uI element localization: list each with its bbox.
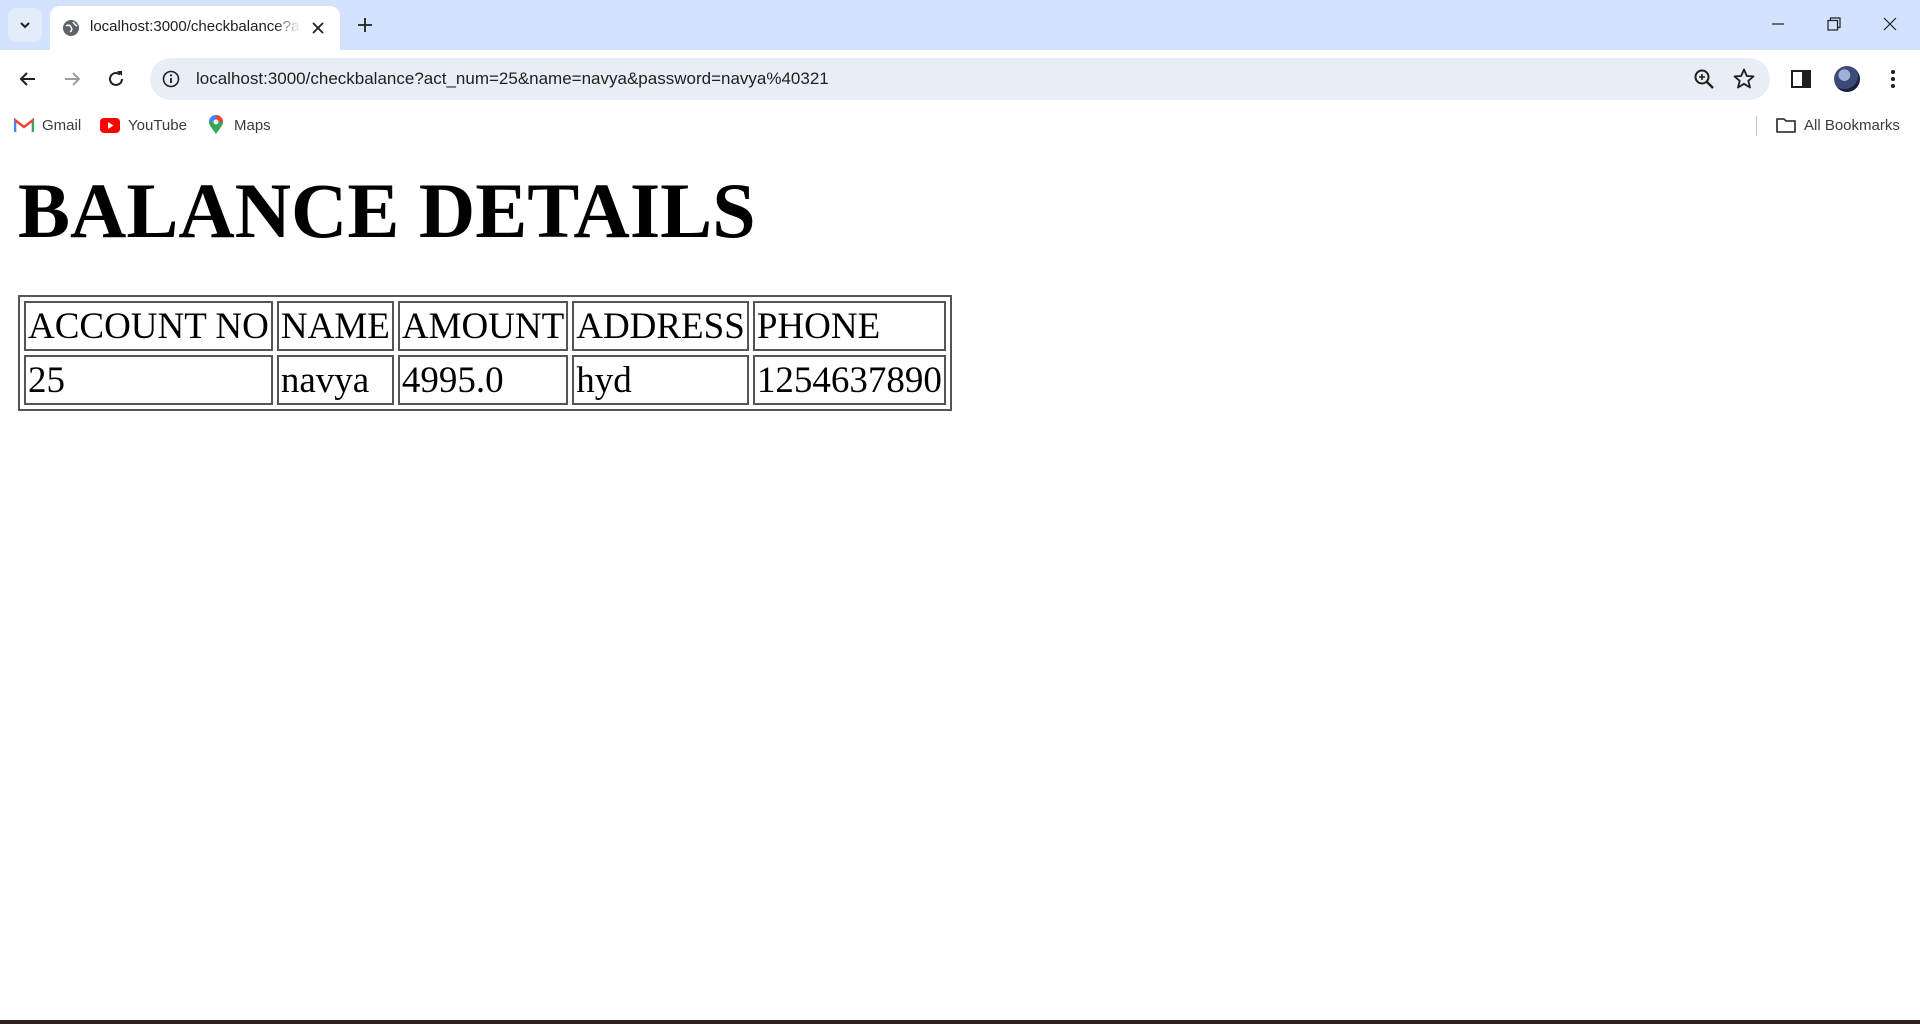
new-tab-button[interactable] [352, 12, 378, 38]
close-window-button[interactable] [1862, 0, 1918, 48]
close-tab-icon[interactable] [308, 18, 328, 38]
back-button[interactable] [10, 61, 46, 97]
address-bar[interactable]: localhost:3000/checkbalance?act_num=25&n… [150, 58, 1770, 100]
bookmarks-divider [1756, 116, 1757, 136]
plus-icon [358, 18, 372, 32]
tab-title: localhost:3000/checkbalance?act_num=25&n… [90, 18, 300, 35]
bookmark-gmail[interactable]: Gmail [14, 114, 81, 136]
header-phone: PHONE [752, 301, 946, 351]
taskbar-edge [0, 1020, 1920, 1024]
bookmark-star-icon[interactable] [1732, 67, 1756, 91]
balance-table: ACCOUNT NO NAME AMOUNT ADDRESS PHONE 25 … [18, 295, 952, 411]
all-bookmarks-label: All Bookmarks [1804, 116, 1900, 134]
minimize-button[interactable] [1750, 0, 1806, 48]
header-amount: AMOUNT [397, 301, 569, 351]
zoom-icon[interactable] [1692, 67, 1716, 91]
globe-icon [63, 20, 79, 36]
gmail-icon [14, 116, 34, 134]
menu-button[interactable] [1878, 64, 1908, 94]
all-bookmarks-button[interactable]: All Bookmarks [1776, 114, 1900, 136]
minimize-icon [1772, 23, 1784, 25]
bookmarks-bar: Gmail YouTube Maps All Bookmarks [0, 108, 1920, 142]
tab-strip: localhost:3000/checkbalance?act_num=25&n… [0, 0, 1920, 50]
bookmark-label: Gmail [42, 116, 82, 134]
arrow-right-icon [65, 72, 81, 86]
profile-avatar[interactable] [1834, 66, 1860, 92]
bookmark-maps[interactable]: Maps [206, 114, 271, 136]
page-title: BALANCE DETAILS [18, 167, 756, 254]
table-header-row: ACCOUNT NO NAME AMOUNT ADDRESS PHONE [24, 301, 946, 351]
forward-button[interactable] [54, 61, 90, 97]
restore-button[interactable] [1806, 0, 1862, 48]
active-tab[interactable]: localhost:3000/checkbalance?act_num=25&n… [50, 6, 340, 50]
browser-toolbar: localhost:3000/checkbalance?act_num=25&n… [0, 50, 1920, 108]
cell-account-no: 25 [24, 355, 273, 405]
cell-name: navya [276, 355, 394, 405]
more-vertical-icon [1891, 70, 1895, 88]
tab-search-button[interactable] [8, 8, 42, 42]
close-icon [1883, 17, 1897, 31]
reload-button[interactable] [98, 61, 134, 97]
header-address: ADDRESS [572, 301, 749, 351]
restore-icon [1827, 17, 1841, 31]
url-text[interactable]: localhost:3000/checkbalance?act_num=25&n… [196, 69, 829, 89]
page-content: BALANCE DETAILS ACCOUNT NO NAME AMOUNT A… [0, 142, 1920, 1020]
side-panel-icon [1791, 70, 1811, 88]
bookmark-youtube[interactable]: YouTube [100, 114, 187, 136]
chevron-down-icon [20, 22, 30, 29]
reload-icon [109, 71, 123, 86]
bookmark-label: Maps [234, 116, 271, 134]
table-row: 25 navya 4995.0 hyd 1254637890 [24, 355, 946, 405]
header-account-no: ACCOUNT NO [24, 301, 273, 351]
cell-amount: 4995.0 [397, 355, 569, 405]
header-name: NAME [276, 301, 394, 351]
cell-phone: 1254637890 [752, 355, 946, 405]
cell-address: hyd [572, 355, 749, 405]
youtube-icon [100, 116, 120, 134]
bookmark-label: YouTube [128, 116, 187, 134]
arrow-left-icon [19, 72, 35, 86]
site-info-icon[interactable] [160, 68, 182, 90]
side-panel-button[interactable] [1786, 64, 1816, 94]
folder-icon [1776, 116, 1796, 134]
maps-icon [206, 115, 226, 134]
